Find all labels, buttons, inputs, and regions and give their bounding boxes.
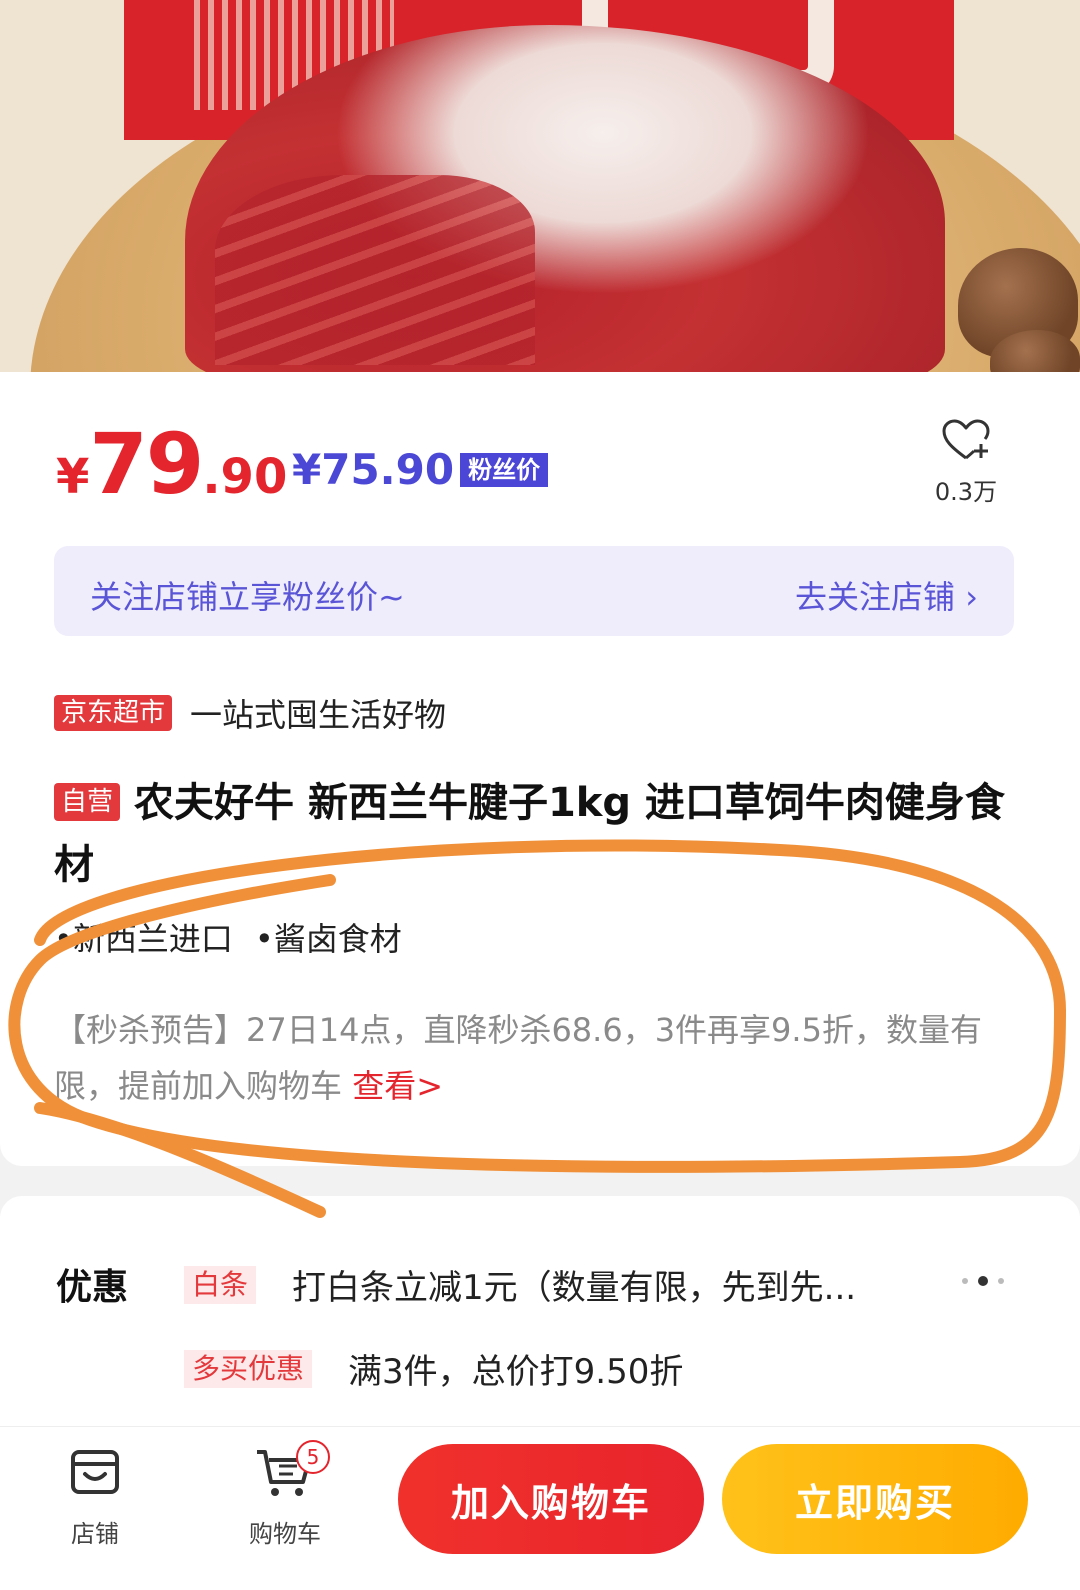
feature-item: •新西兰进口 xyxy=(54,920,233,958)
product-title: 农夫好牛 新西兰牛腱子1kg 进口草饲牛肉健身食材 xyxy=(54,780,1005,888)
coupon-text: 打白条立减1元（数量有限，先到先... xyxy=(292,1268,857,1308)
price-row: ¥ 79 .90 ¥75.90 粉丝价 xyxy=(56,415,1016,513)
add-to-cart-button[interactable]: 加入购物车 xyxy=(398,1444,704,1554)
favorite-count: 0.3万 xyxy=(934,478,998,506)
fan-price: ¥75.90 粉丝价 xyxy=(292,445,549,494)
coupon-tag: 多买优惠 xyxy=(184,1349,313,1388)
heart-plus-icon xyxy=(942,419,990,460)
follow-store-link[interactable]: 去关注店铺 › xyxy=(795,572,978,618)
buy-now-button[interactable]: 立即购买 xyxy=(722,1444,1028,1554)
fan-price-tag: 粉丝价 xyxy=(460,452,549,487)
price-integer: 79 xyxy=(89,415,204,513)
store-icon xyxy=(71,1450,119,1494)
coupon-row[interactable]: 多买优惠 满3件，总价打9.50折 xyxy=(184,1344,683,1393)
store-button[interactable]: 店铺 xyxy=(40,1444,150,1549)
current-price: ¥ 79 .90 xyxy=(56,415,287,513)
cart-label: 购物车 xyxy=(249,1520,321,1548)
follow-store-text: 关注店铺立享粉丝价~ xyxy=(90,578,405,616)
self-operated-badge: 自营 xyxy=(54,783,121,821)
store-label: 店铺 xyxy=(71,1520,119,1548)
product-image[interactable] xyxy=(0,0,1080,378)
flash-sale-notice: 【秒杀预告】27日14点，直降秒杀68.6，3件再享9.5折，数量有限，提前加入… xyxy=(54,1002,1014,1114)
coupon-text: 满3件，总价打9.50折 xyxy=(348,1352,684,1392)
coupon-section-title: 优惠 xyxy=(56,1267,129,1308)
follow-store-bar[interactable]: 关注店铺立享粉丝价~ 去关注店铺 › xyxy=(54,546,1014,636)
feature-item: •酱卤食材 xyxy=(254,920,402,958)
more-dots-icon[interactable] xyxy=(962,1276,1004,1286)
flash-sale-view-link[interactable]: 查看> xyxy=(352,1067,443,1105)
cart-count-badge: 5 xyxy=(296,1440,330,1474)
coupon-tag: 白条 xyxy=(184,1265,257,1304)
flash-sale-text: 【秒杀预告】27日14点，直降秒杀68.6，3件再享9.5折，数量有限，提前加入… xyxy=(54,1011,982,1105)
favorite-button[interactable]: 0.3万 xyxy=(926,418,1006,507)
product-title-block: 自营 农夫好牛 新西兰牛腱子1kg 进口草饲牛肉健身食材 xyxy=(54,772,1014,896)
cart-button[interactable]: 5 购物车 xyxy=(230,1440,340,1549)
fan-price-value: ¥75.90 xyxy=(292,445,455,494)
feature-list: •新西兰进口 •酱卤食材 xyxy=(54,914,402,960)
store-slogan: 一站式囤生活好物 xyxy=(190,696,447,734)
price-currency: ¥ xyxy=(56,449,90,505)
coupon-card xyxy=(0,1196,1080,1436)
price-decimal: .90 xyxy=(202,449,288,505)
coupon-row[interactable]: 白条 打白条立减1元（数量有限，先到先... xyxy=(184,1260,932,1309)
jd-supermarket-badge[interactable]: 京东超市 xyxy=(54,695,173,731)
store-row: 京东超市 一站式囤生活好物 xyxy=(54,690,446,736)
